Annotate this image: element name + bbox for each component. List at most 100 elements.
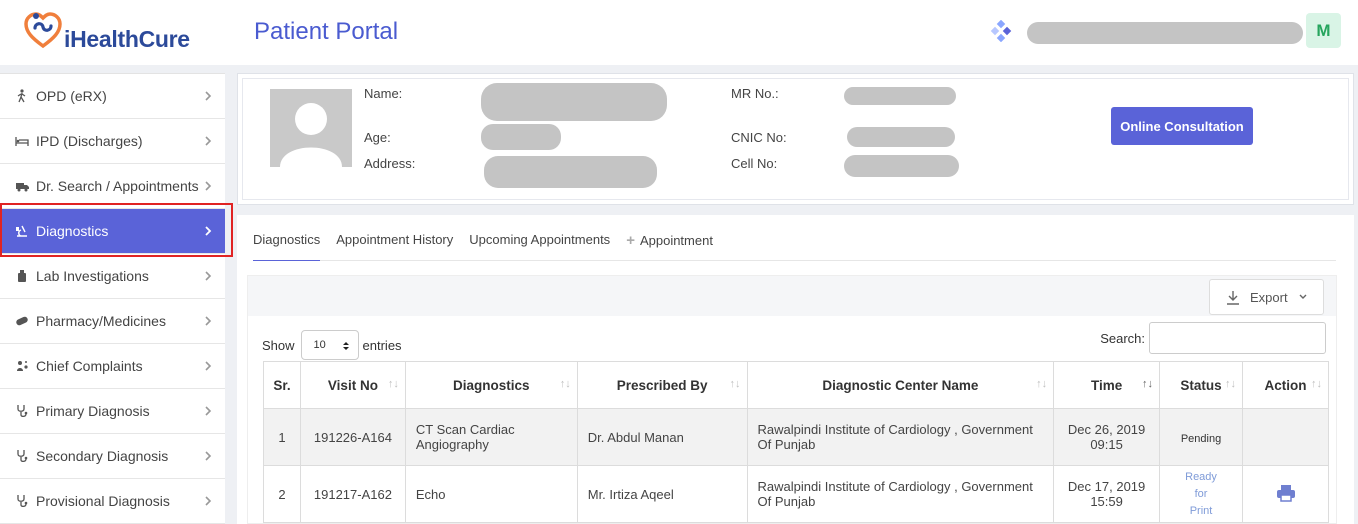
user-name-redacted — [1027, 22, 1303, 44]
online-consultation-button[interactable]: Online Consultation — [1111, 107, 1253, 145]
name-value-redacted — [481, 83, 667, 121]
column-header-prescribed-by[interactable]: Prescribed By ↑↓ — [576, 361, 748, 409]
column-header-diagnostics[interactable]: Diagnostics ↑↓ — [404, 361, 578, 409]
sort-icon: ↑↓ — [1036, 378, 1048, 390]
sidebar-item-pharmacy[interactable]: Pharmacy/Medicines — [0, 299, 225, 344]
tab-label: Appointment — [639, 233, 713, 248]
chevron-right-icon — [205, 91, 212, 101]
address-value-redacted — [484, 156, 657, 188]
show-label: Show — [262, 337, 295, 353]
mr-label: MR No.: — [731, 86, 779, 101]
user-silhouette-icon — [280, 103, 342, 167]
select-arrows-icon — [342, 342, 349, 350]
sidebar-item-label: Lab Investigations — [36, 268, 149, 284]
microscope-icon — [14, 223, 30, 239]
column-header-visit-no[interactable]: Visit No ↑↓ — [299, 361, 406, 409]
table-row[interactable]: 2 191217-A162 Echo Mr. Irtiza Aqeel Rawa… — [263, 465, 1329, 523]
plus-icon: + — [626, 232, 635, 249]
status-badge: Pending — [1180, 432, 1222, 445]
sidebar-item-label: Chief Complaints — [36, 358, 143, 374]
age-label: Age: — [364, 130, 391, 145]
entries-label: entries — [362, 337, 402, 353]
pill-icon — [14, 313, 30, 329]
sidebar-item-dr-search[interactable]: Dr. Search / Appointments — [0, 164, 225, 209]
time-hour: 09:15 — [1090, 437, 1123, 452]
table-row[interactable]: 1 191226-A164 CT Scan Cardiac Angiograph… — [263, 408, 1329, 466]
cnic-label: CNIC No: — [731, 130, 787, 145]
tab-appointment-history[interactable]: Appointment History — [336, 229, 453, 261]
chevron-right-icon — [205, 136, 212, 146]
sort-icon: ↑↓ — [387, 378, 399, 390]
search-label: Search: — [1100, 330, 1145, 346]
sidebar-item-complaints[interactable]: Chief Complaints — [0, 344, 225, 389]
sidebar-item-lab[interactable]: Lab Investigations — [0, 254, 225, 299]
tab-upcoming-appointments[interactable]: Upcoming Appointments — [469, 229, 610, 261]
walking-person-icon — [14, 88, 30, 104]
cell-status[interactable]: Ready for Print — [1159, 465, 1243, 523]
hospital-bed-icon — [14, 133, 30, 149]
cell-center: Rawalpindi Institute of Cardiology , Gov… — [746, 408, 1055, 466]
export-label: Export — [1250, 289, 1288, 305]
column-header-sr[interactable]: Sr. — [263, 361, 301, 409]
sidebar-item-provisional-diagnosis[interactable]: Provisional Diagnosis — [0, 479, 225, 524]
tab-diagnostics[interactable]: Diagnostics — [253, 229, 321, 261]
sidebar-item-secondary-diagnosis[interactable]: Secondary Diagnosis — [0, 434, 225, 479]
cell-visit-no: 191217-A162 — [299, 465, 406, 523]
cell-visit-no: 191226-A164 — [299, 408, 406, 466]
mr-value-redacted — [844, 87, 956, 105]
chevron-down-icon — [1299, 294, 1307, 299]
cell-time: Dec 17, 2019 15:59 — [1053, 465, 1161, 523]
cell-action — [1242, 408, 1329, 466]
time-date: Dec 17, 2019 — [1067, 479, 1146, 494]
apps-grid-icon[interactable] — [990, 20, 1012, 42]
sidebar-item-label: IPD (Discharges) — [36, 133, 143, 149]
address-label: Address: — [364, 156, 416, 171]
export-toolbar: Export — [248, 276, 1336, 316]
diagnostics-panel: Diagnostics Appointment History Upcoming… — [237, 215, 1354, 524]
column-header-action[interactable]: Action ↑↓ — [1242, 361, 1329, 409]
sidebar-item-label: Dr. Search / Appointments — [36, 178, 199, 194]
cell-label: Cell No: — [731, 156, 778, 171]
page-title: Patient Portal — [254, 18, 399, 45]
cell-sr: 2 — [263, 465, 301, 523]
sort-icon: ↑↓ — [1225, 378, 1236, 390]
search-input[interactable] — [1149, 322, 1326, 354]
sidebar-item-label: Pharmacy/Medicines — [36, 313, 166, 329]
sort-icon: ↑↓ — [559, 378, 571, 390]
ambulance-icon — [14, 178, 30, 194]
stethoscope-icon — [14, 493, 30, 509]
chevron-right-icon — [205, 496, 212, 506]
status-line: Print — [1189, 504, 1213, 517]
time-date: Dec 26, 2019 — [1067, 422, 1146, 437]
tab-add-appointment[interactable]: + Appointment — [626, 229, 713, 261]
page-length-control: Show 10 entries — [262, 330, 402, 360]
entries-select[interactable]: 10 — [300, 330, 359, 360]
sort-icon: ↑↓ — [1142, 378, 1154, 390]
print-icon[interactable] — [1276, 484, 1296, 502]
entries-value: 10 — [313, 339, 326, 351]
chevron-right-icon — [205, 316, 212, 326]
chevron-right-icon — [205, 226, 212, 236]
table-header-row: Sr. Visit No ↑↓ Diagnostics ↑↓ Prescribed … — [263, 361, 1329, 409]
sidebar-item-diagnostics[interactable]: Diagnostics — [0, 209, 225, 254]
sidebar-item-label: Provisional Diagnosis — [36, 493, 170, 509]
column-header-center[interactable]: Diagnostic Center Name ↑↓ — [746, 361, 1055, 409]
brand-logo[interactable]: iHealthCure — [22, 10, 212, 52]
sidebar-item-label: Diagnostics — [36, 223, 109, 239]
cell-time: Dec 26, 2019 09:15 — [1053, 408, 1161, 466]
user-avatar[interactable]: M — [1306, 13, 1341, 48]
sidebar-item-ipd[interactable]: IPD (Discharges) — [0, 119, 225, 164]
cell-center: Rawalpindi Institute of Cardiology , Gov… — [746, 465, 1055, 523]
ready-for-print-link[interactable]: Ready for Print — [1170, 469, 1232, 520]
column-header-status[interactable]: Status ↑↓ — [1159, 361, 1243, 409]
cell-sr: 1 — [263, 408, 301, 466]
export-button[interactable]: Export — [1209, 279, 1324, 315]
column-header-time[interactable]: Time ↑↓ — [1053, 361, 1161, 409]
cell-action — [1242, 465, 1329, 523]
brand-name: iHealthCure — [64, 26, 190, 52]
sidebar-item-opd[interactable]: OPD (eRX) — [0, 74, 225, 119]
chevron-right-icon — [205, 451, 212, 461]
download-icon — [1227, 290, 1239, 305]
sidebar-item-primary-diagnosis[interactable]: Primary Diagnosis — [0, 389, 225, 434]
lab-bottle-icon — [14, 268, 30, 284]
